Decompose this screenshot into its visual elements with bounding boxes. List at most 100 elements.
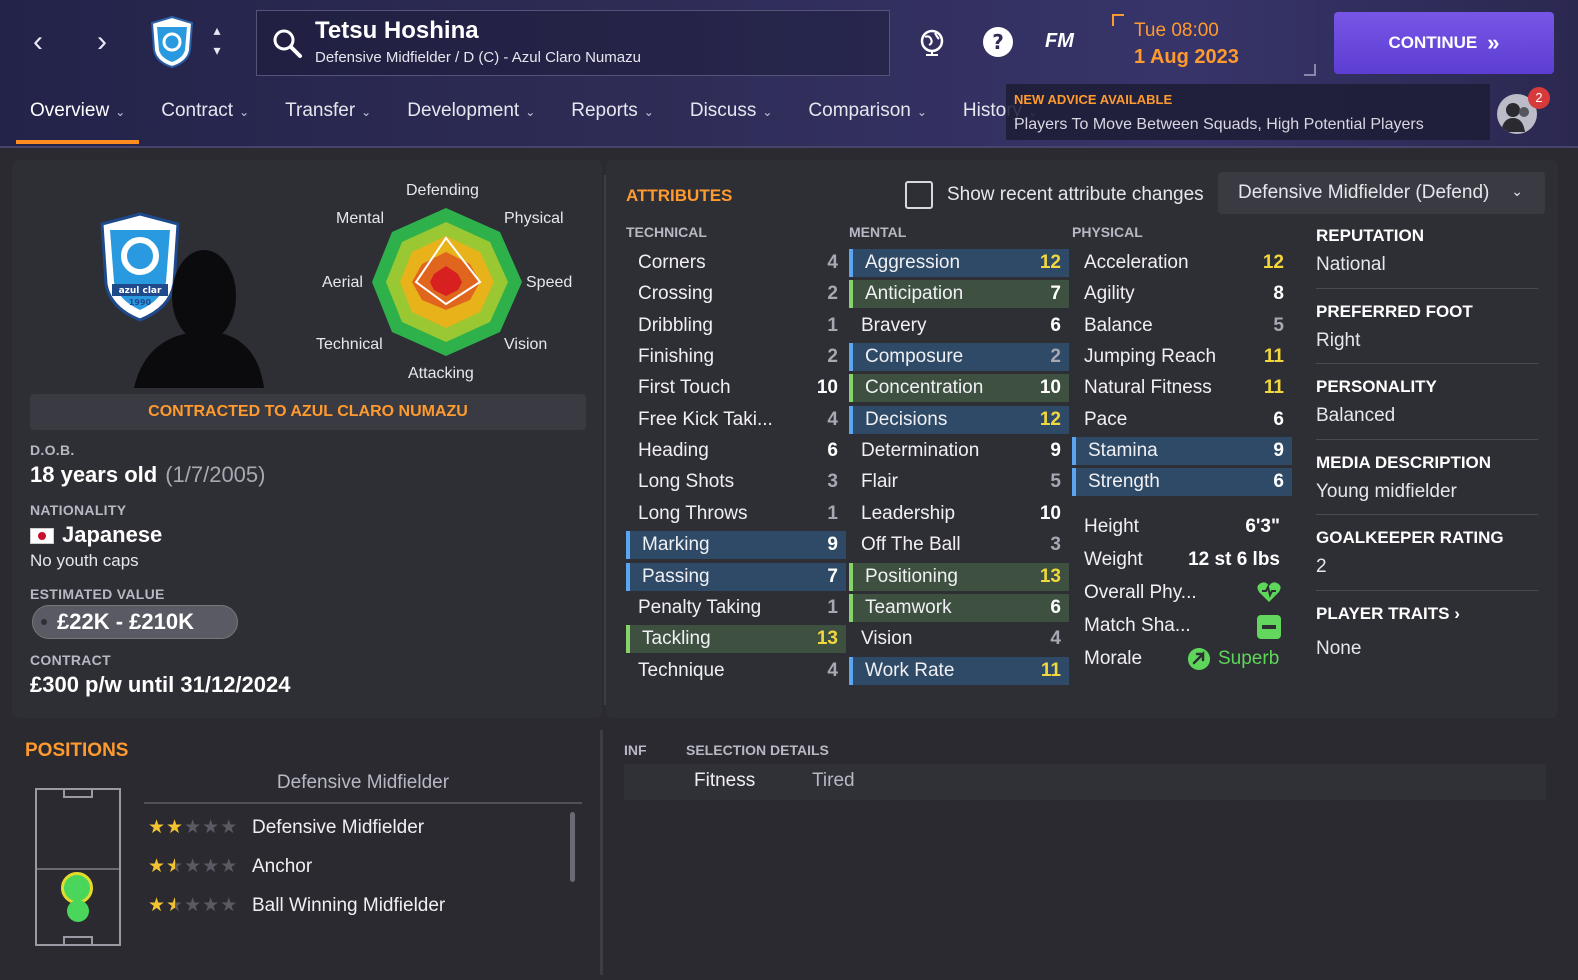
attribute-row[interactable]: Natural Fitness 11: [1072, 374, 1292, 402]
attribute-value: 3: [1050, 534, 1061, 556]
radar-label-aerial: Aerial: [322, 274, 363, 291]
attribute-row[interactable]: Anticipation 7: [849, 280, 1069, 309]
attribute-row[interactable]: Flair 5: [849, 468, 1069, 496]
attribute-row[interactable]: Work Rate 11: [849, 656, 1069, 685]
help-icon[interactable]: ?: [980, 24, 1016, 60]
star-icon: ★: [148, 856, 167, 877]
chevron-down-icon: ⌄: [115, 105, 126, 119]
star-icon: ★: [166, 817, 185, 838]
continue-button[interactable]: CONTINUE »: [1334, 12, 1554, 74]
technical-header: TECHNICAL: [626, 224, 707, 240]
tab-development[interactable]: Development ⌄: [393, 92, 549, 138]
player-name: Tetsu Hoshina: [315, 17, 479, 44]
attribute-row[interactable]: Technique 4: [626, 657, 846, 685]
search-icon[interactable]: [271, 27, 303, 59]
attribute-row[interactable]: Passing 7: [626, 562, 846, 591]
game-day: 1 Aug 2023: [1134, 46, 1239, 68]
contract-value[interactable]: £300 p/w until 31/12/2024: [30, 672, 290, 698]
tab-contract[interactable]: Contract ⌄: [147, 92, 263, 138]
attribute-value: 11: [1263, 346, 1284, 368]
attribute-row[interactable]: Tackling 13: [626, 625, 846, 654]
traits-label: PLAYER TRAITS: [1316, 604, 1450, 623]
attribute-name: Passing: [642, 565, 710, 587]
up-down-icon[interactable]: ▴ ▾: [206, 20, 228, 64]
attribute-row[interactable]: Finishing 2: [626, 343, 846, 371]
attribute-row[interactable]: Strength 6: [1072, 468, 1292, 497]
attribute-value: 4: [827, 408, 838, 430]
attribute-row[interactable]: Positioning 13: [849, 562, 1069, 591]
attribute-name: Work Rate: [865, 659, 955, 681]
tab-reports[interactable]: Reports ⌄: [557, 92, 668, 138]
nationality-value[interactable]: Japanese: [30, 522, 162, 548]
attribute-row[interactable]: Teamwork 6: [849, 593, 1069, 622]
advice-title: NEW ADVICE AVAILABLE: [1014, 92, 1173, 107]
attribute-row[interactable]: Long Throws 1: [626, 500, 846, 528]
est-value-tag[interactable]: £22K - £210K: [32, 605, 238, 639]
attribute-row[interactable]: Heading 6: [626, 437, 846, 465]
attribute-row[interactable]: Bravery 6: [849, 312, 1069, 340]
forward-arrow-icon[interactable]: ›: [82, 22, 122, 62]
attribute-row[interactable]: Stamina 9: [1072, 437, 1292, 466]
attribute-name: Heading: [638, 440, 709, 462]
attribute-row[interactable]: Jumping Reach 11: [1072, 343, 1292, 371]
tab-discuss[interactable]: Discuss ⌄: [676, 92, 787, 138]
role-row[interactable]: ★★★★★ Defensive Midfielder: [148, 816, 424, 839]
separator: [1316, 590, 1538, 591]
back-arrow-icon[interactable]: ‹: [18, 22, 58, 62]
attribute-row[interactable]: Agility 8: [1072, 280, 1292, 308]
advice-notification[interactable]: NEW ADVICE AVAILABLE Players To Move Bet…: [1006, 84, 1490, 140]
attribute-row[interactable]: Concentration 10: [849, 374, 1069, 403]
player-traits-link[interactable]: PLAYER TRAITS ›: [1316, 604, 1460, 624]
role-rating-stars: ★★★★★: [148, 816, 252, 839]
position-marker[interactable]: [67, 900, 89, 922]
attribute-value: 12: [1039, 408, 1061, 430]
tab-transfer[interactable]: Transfer ⌄: [271, 92, 385, 138]
attribute-row[interactable]: First Touch 10: [626, 374, 846, 402]
roles-scrollbar[interactable]: [570, 812, 575, 882]
role-row[interactable]: ★★★★★ Anchor: [148, 855, 312, 878]
show-changes-checkbox[interactable]: [905, 181, 933, 209]
attribute-row[interactable]: Corners 4: [626, 249, 846, 277]
chevron-down-icon: ⌄: [361, 105, 372, 119]
attribute-row[interactable]: Decisions 12: [849, 405, 1069, 434]
attribute-name: Leadership: [861, 502, 956, 524]
tab-comparison[interactable]: Comparison ⌄: [794, 92, 941, 138]
attribute-name: Crossing: [638, 283, 713, 305]
match-sharpness-icon[interactable]: [1257, 615, 1281, 639]
continue-label: CONTINUE: [1388, 33, 1478, 52]
club-badge-icon[interactable]: [150, 16, 194, 68]
role-dropdown[interactable]: Defensive Midfielder (Defend) ⌄: [1218, 172, 1545, 214]
attribute-value: 4: [1050, 628, 1061, 650]
attribute-value: 3: [827, 471, 838, 493]
attribute-row[interactable]: Penalty Taking 1: [626, 594, 846, 622]
attribute-row[interactable]: Off The Ball 3: [849, 531, 1069, 559]
tab-overview[interactable]: Overview ⌄: [16, 92, 140, 144]
morale-value[interactable]: Superb: [1218, 648, 1279, 670]
attribute-row[interactable]: Crossing 2: [626, 280, 846, 308]
player-search-box[interactable]: Tetsu Hoshina Defensive Midfielder / D (…: [256, 10, 890, 76]
role-rating-stars: ★★★★★: [148, 894, 252, 917]
attribute-name: Composure: [865, 346, 964, 368]
attribute-row[interactable]: Vision 4: [849, 625, 1069, 653]
attribute-row[interactable]: Marking 9: [626, 531, 846, 560]
heart-icon[interactable]: [1256, 580, 1282, 604]
height-value: 6'3": [1245, 516, 1280, 537]
attribute-row[interactable]: Balance 5: [1072, 312, 1292, 340]
attribute-value: 2: [827, 283, 838, 305]
fm-logo[interactable]: FM: [1045, 30, 1074, 53]
attribute-row[interactable]: Composure 2: [849, 343, 1069, 372]
attribute-row[interactable]: Leadership 10: [849, 500, 1069, 528]
role-row[interactable]: ★★★★★ Ball Winning Midfielder: [148, 894, 445, 917]
attribute-row[interactable]: Acceleration 12: [1072, 249, 1292, 277]
attribute-row[interactable]: Determination 9: [849, 437, 1069, 465]
attribute-row[interactable]: Free Kick Taki... 4: [626, 406, 846, 434]
attribute-row[interactable]: Long Shots 3: [626, 468, 846, 496]
attribute-row[interactable]: Dribbling 1: [626, 312, 846, 340]
star-icon: ★: [184, 856, 203, 877]
attribute-value: 6: [1050, 314, 1061, 336]
globe-icon[interactable]: [914, 24, 950, 60]
attribute-value: 5: [1273, 314, 1284, 336]
tab-label: Transfer: [285, 100, 356, 121]
attribute-row[interactable]: Aggression 12: [849, 249, 1069, 277]
attribute-row[interactable]: Pace 6: [1072, 406, 1292, 434]
